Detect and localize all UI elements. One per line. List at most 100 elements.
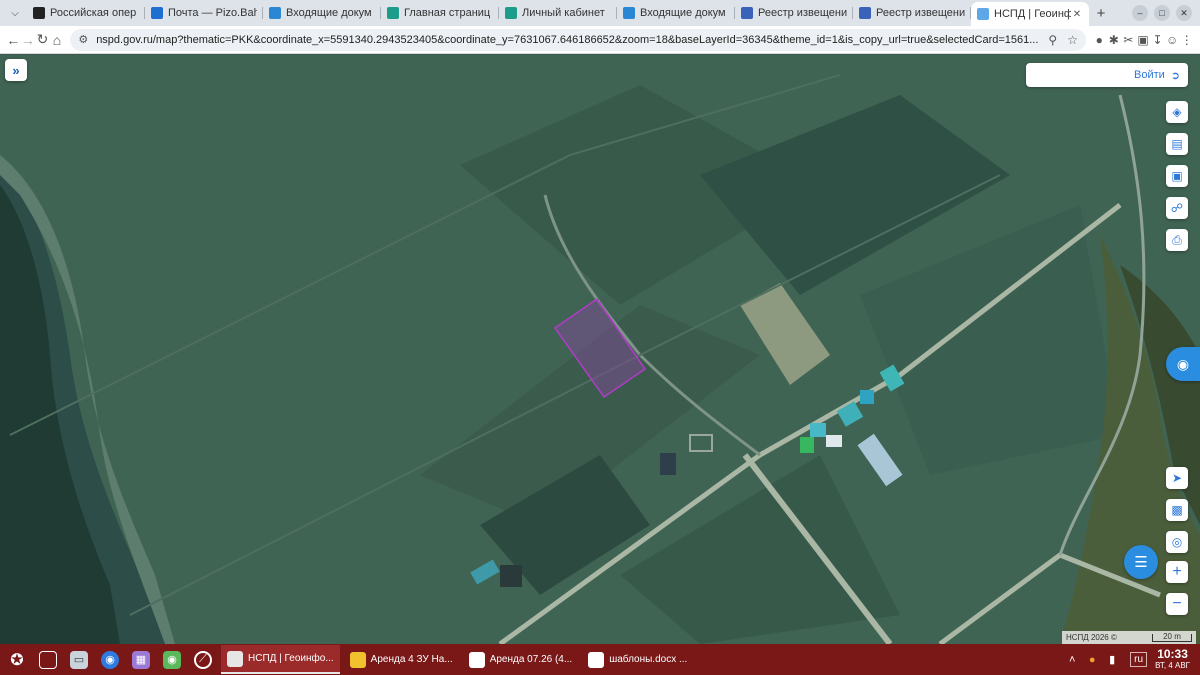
close-window-icon[interactable]: ✕ [1176, 5, 1192, 21]
prohibited-icon: ⟋ [194, 650, 212, 669]
browser-icon: ◉ [101, 650, 119, 669]
locate-button[interactable]: ➤ [1166, 467, 1188, 489]
tab-search-chevron-icon[interactable]: ⌵ [3, 2, 27, 24]
tab-title: НСПД | Геоинфор [994, 8, 1071, 20]
browser-tab[interactable]: Входящие докум [617, 2, 735, 24]
maps-launcher[interactable]: ◉ [158, 646, 186, 674]
maximize-icon[interactable]: □ [1154, 5, 1170, 21]
clock-date: ВТ, 4 АВГ [1155, 660, 1190, 670]
browser-tab[interactable]: Почта — Pizo.Bah [145, 2, 263, 24]
back-arrow-icon[interactable]: ← [6, 29, 21, 51]
login-label: Войти [1133, 69, 1165, 81]
browser-launcher[interactable]: ◉ [96, 646, 124, 674]
tab-favicon-icon [151, 7, 163, 19]
print-button[interactable]: ⎙ [1166, 229, 1188, 251]
chat-icon: ☰ [1134, 554, 1148, 571]
browser-tab[interactable]: Главная страниц [381, 2, 499, 24]
scale-bar: 20 m [1152, 632, 1192, 642]
basemap-icon: ▩ [1171, 503, 1183, 517]
volume-icon[interactable]: ▮ [1102, 653, 1122, 666]
taskbar-task[interactable]: НСПД | Геоинфо... [221, 645, 340, 674]
zoom-in-button[interactable]: + [1166, 561, 1188, 583]
extensions-puzzle-icon[interactable]: ▣ [1136, 29, 1151, 51]
url-text[interactable]: nspd.gov.ru/map?thematic=PKK&coordinate_… [96, 34, 1038, 46]
update-notifier-icon[interactable]: ● [1082, 654, 1102, 666]
start-star-icon: ✪ [10, 651, 24, 669]
ruler-button[interactable]: ▤ [1166, 133, 1188, 155]
task-label: Аренда 4 ЗУ На... [370, 654, 453, 665]
workspaces-button[interactable] [34, 646, 62, 674]
new-tab-button[interactable]: + [1089, 5, 1113, 22]
login-button[interactable]: Войти ➲ [1026, 63, 1188, 87]
geolocation-button[interactable]: ◎ [1166, 531, 1188, 553]
layers-button[interactable]: ◈ [1166, 101, 1188, 123]
browser-tab[interactable]: Реестр извещени [735, 2, 853, 24]
zoom-search-icon[interactable]: ⚲ [1048, 33, 1057, 47]
task-label: Аренда 07.26 (4... [489, 654, 573, 665]
attribution-text: НСПД 2026 © [1066, 633, 1117, 642]
extension-gear-icon[interactable]: ✱ [1107, 29, 1122, 51]
maps-icon: ◉ [163, 650, 181, 669]
forward-arrow-icon[interactable]: → [21, 29, 36, 51]
browser-tab[interactable]: Входящие докум [263, 2, 381, 24]
assistant-icon: ◉ [1176, 355, 1190, 372]
minimize-icon[interactable]: – [1132, 5, 1148, 21]
browser-toolbar: ← → ↻ ⌂ ⚙ nspd.gov.ru/map?thematic=PKK&c… [0, 26, 1200, 54]
folder-icon: ▭ [70, 650, 88, 669]
taskbar-task[interactable]: шаблоны.docx ... [582, 645, 693, 674]
task-app-icon [227, 650, 243, 667]
clock[interactable]: 10:33 ВТ, 4 АВГ [1155, 648, 1190, 671]
tab-favicon-icon [505, 7, 517, 19]
tab-favicon-icon [33, 7, 45, 19]
taskbar-task[interactable]: Аренда 07.26 (4... [463, 645, 579, 674]
home-icon[interactable]: ⌂ [50, 29, 65, 51]
map-viewport[interactable]: » Войти ➲ ◈ ▤ ▣ ☍ ⎙ ◉ ➤ ▩ ◎ ☰ + − НСПД 2… [0, 55, 1200, 644]
tab-title: Главная страниц [404, 7, 491, 19]
browser-tab[interactable]: НСПД | Геоинфор✕ [971, 2, 1089, 26]
browser-tab[interactable]: Реестр извещени [853, 2, 971, 24]
tab-title: Реестр извещени [876, 7, 965, 19]
satellite-imagery[interactable] [0, 55, 1200, 644]
task-app-icon [468, 651, 485, 668]
taskbar-task[interactable]: Аренда 4 ЗУ На... [344, 645, 459, 674]
roof-blue-4 [810, 423, 826, 437]
browser-tab[interactable]: Российская опер [27, 2, 145, 24]
tab-title: Входящие докум [640, 7, 726, 19]
select-area-button[interactable]: ▣ [1166, 165, 1188, 187]
address-bar[interactable]: ⚙ nspd.gov.ru/map?thematic=PKK&coordinat… [70, 28, 1086, 51]
extension-scissors-icon[interactable]: ✂ [1121, 29, 1136, 51]
tab-list: Российская опер Почта — Pizo.Bah Входящие … [27, 0, 1089, 26]
roof-blue-3 [860, 390, 874, 404]
task-app-icon [588, 651, 605, 668]
system-tray: ˄ ● ▮ ru 10:33 ВТ, 4 АВГ [1062, 644, 1200, 675]
browser-menu-icon[interactable]: ⋮ [1179, 29, 1194, 51]
file-manager-launcher[interactable]: ▭ [65, 646, 93, 674]
image-viewer-icon: ▦ [132, 650, 150, 669]
tab-title: Российская опер [50, 7, 137, 19]
assistant-button[interactable]: ◉ [1166, 347, 1200, 381]
profile-avatar-icon[interactable]: ☺ [1165, 29, 1180, 51]
bookmark-star-icon[interactable]: ☆ [1067, 33, 1078, 47]
map-attribution: НСПД 2026 © 20 m [1062, 631, 1196, 644]
tab-close-icon[interactable]: ✕ [1071, 9, 1083, 20]
tray-expand-icon[interactable]: ˄ [1062, 654, 1082, 666]
tab-favicon-icon [623, 7, 635, 19]
expand-panel-button[interactable]: » [5, 59, 27, 81]
share-button[interactable]: ☍ [1166, 197, 1188, 219]
reload-icon[interactable]: ↻ [35, 29, 50, 51]
blocked-launcher[interactable]: ⟋ [189, 646, 217, 674]
image-viewer-launcher[interactable]: ▦ [127, 646, 155, 674]
os-taskbar: ✪ ▭ ◉ ▦ ◉ ⟋ НСПД | Геоинфо... Аренда 4 ЗУ… [0, 644, 1200, 675]
zoom-out-button[interactable]: − [1166, 593, 1188, 615]
downloads-icon[interactable]: ↧ [1150, 29, 1165, 51]
chat-button[interactable]: ☰ [1124, 545, 1158, 579]
print-icon: ⎙ [1172, 232, 1182, 247]
browser-tab[interactable]: Личный кабинет [499, 2, 617, 24]
start-menu-button[interactable]: ✪ [3, 646, 31, 674]
extension-dot-icon[interactable]: ● [1092, 29, 1107, 51]
tab-favicon-icon [741, 7, 753, 19]
site-settings-icon[interactable]: ⚙ [78, 33, 88, 46]
tab-favicon-icon [977, 8, 989, 20]
basemap-button[interactable]: ▩ [1166, 499, 1188, 521]
keyboard-layout[interactable]: ru [1130, 652, 1148, 667]
